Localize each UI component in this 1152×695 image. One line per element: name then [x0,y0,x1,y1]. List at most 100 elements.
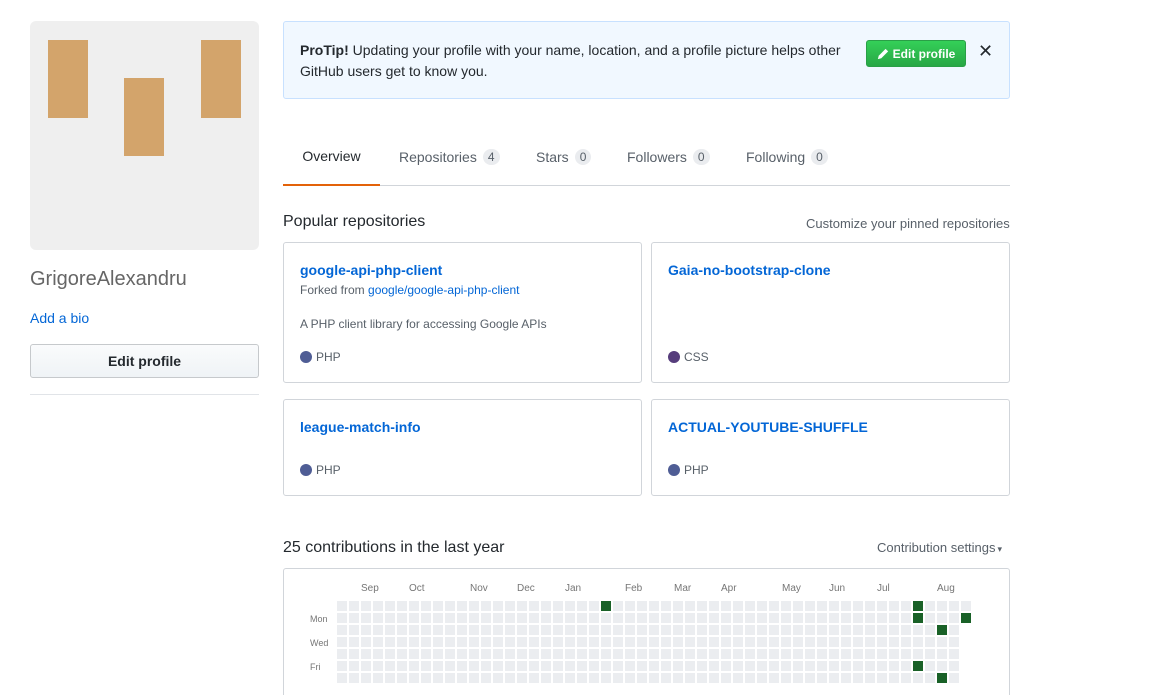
contribution-day-cell[interactable] [853,673,863,683]
contribution-day-cell[interactable] [961,601,971,611]
contribution-day-cell[interactable] [433,625,443,635]
contribution-day-cell[interactable] [337,649,347,659]
edit-profile-button[interactable]: Edit profile [30,344,259,378]
contribution-day-cell[interactable] [709,649,719,659]
contribution-day-cell[interactable] [625,625,635,635]
contribution-day-cell[interactable] [721,625,731,635]
contribution-day-cell[interactable] [601,673,611,683]
contribution-day-cell[interactable] [769,625,779,635]
contribution-day-cell[interactable] [457,649,467,659]
contribution-day-cell[interactable] [409,601,419,611]
contribution-day-cell[interactable] [601,601,611,611]
contribution-day-cell[interactable] [889,637,899,647]
contribution-day-cell[interactable] [505,661,515,671]
contribution-day-cell[interactable] [733,637,743,647]
contribution-day-cell[interactable] [757,661,767,671]
contribution-day-cell[interactable] [745,601,755,611]
contribution-day-cell[interactable] [421,649,431,659]
contribution-day-cell[interactable] [781,649,791,659]
contribution-day-cell[interactable] [877,637,887,647]
contribution-day-cell[interactable] [841,661,851,671]
contribution-day-cell[interactable] [457,625,467,635]
contribution-day-cell[interactable] [349,613,359,623]
contribution-day-cell[interactable] [685,601,695,611]
contribution-day-cell[interactable] [697,601,707,611]
contribution-day-cell[interactable] [577,601,587,611]
contribution-day-cell[interactable] [745,637,755,647]
contribution-day-cell[interactable] [445,637,455,647]
contribution-day-cell[interactable] [481,637,491,647]
contribution-day-cell[interactable] [445,649,455,659]
contribution-day-cell[interactable] [517,649,527,659]
contribution-day-cell[interactable] [661,613,671,623]
contribution-day-cell[interactable] [865,661,875,671]
contribution-day-cell[interactable] [385,673,395,683]
contribution-day-cell[interactable] [541,637,551,647]
contribution-day-cell[interactable] [493,625,503,635]
contribution-day-cell[interactable] [553,637,563,647]
contribution-day-cell[interactable] [577,673,587,683]
contribution-day-cell[interactable] [865,649,875,659]
contribution-day-cell[interactable] [445,613,455,623]
contribution-day-cell[interactable] [637,661,647,671]
contribution-day-cell[interactable] [457,661,467,671]
contribution-day-cell[interactable] [697,661,707,671]
contribution-day-cell[interactable] [625,649,635,659]
contribution-day-cell[interactable] [793,637,803,647]
contribution-day-cell[interactable] [361,673,371,683]
contribution-day-cell[interactable] [529,637,539,647]
contribution-day-cell[interactable] [745,673,755,683]
contribution-day-cell[interactable] [889,661,899,671]
contribution-day-cell[interactable] [505,613,515,623]
contribution-day-cell[interactable] [337,613,347,623]
contribution-day-cell[interactable] [805,613,815,623]
contribution-day-cell[interactable] [781,601,791,611]
contribution-day-cell[interactable] [457,637,467,647]
contribution-day-cell[interactable] [469,601,479,611]
contribution-day-cell[interactable] [433,661,443,671]
contribution-day-cell[interactable] [349,625,359,635]
contribution-day-cell[interactable] [421,601,431,611]
contribution-day-cell[interactable] [901,613,911,623]
contribution-day-cell[interactable] [925,649,935,659]
contribution-day-cell[interactable] [577,661,587,671]
contribution-day-cell[interactable] [409,649,419,659]
contribution-day-cell[interactable] [577,613,587,623]
contribution-day-cell[interactable] [601,649,611,659]
contribution-day-cell[interactable] [493,637,503,647]
contribution-day-cell[interactable] [397,637,407,647]
contribution-day-cell[interactable] [493,613,503,623]
contribution-day-cell[interactable] [337,673,347,683]
contribution-day-cell[interactable] [397,649,407,659]
contribution-day-cell[interactable] [889,625,899,635]
contribution-day-cell[interactable] [949,613,959,623]
contribution-day-cell[interactable] [733,613,743,623]
contribution-day-cell[interactable] [613,613,623,623]
contribution-day-cell[interactable] [529,649,539,659]
contribution-day-cell[interactable] [625,601,635,611]
contribution-day-cell[interactable] [697,625,707,635]
contribution-day-cell[interactable] [337,637,347,647]
contribution-day-cell[interactable] [469,661,479,671]
contribution-day-cell[interactable] [625,613,635,623]
contribution-day-cell[interactable] [841,625,851,635]
contribution-day-cell[interactable] [505,637,515,647]
contribution-day-cell[interactable] [469,673,479,683]
contribution-day-cell[interactable] [865,625,875,635]
contribution-day-cell[interactable] [577,637,587,647]
contribution-day-cell[interactable] [793,601,803,611]
contribution-day-cell[interactable] [733,649,743,659]
contribution-day-cell[interactable] [733,661,743,671]
contribution-day-cell[interactable] [685,661,695,671]
contribution-day-cell[interactable] [649,637,659,647]
contribution-day-cell[interactable] [889,613,899,623]
contribution-day-cell[interactable] [901,625,911,635]
contribution-day-cell[interactable] [541,661,551,671]
contribution-day-cell[interactable] [769,637,779,647]
contribution-day-cell[interactable] [817,649,827,659]
contribution-day-cell[interactable] [673,661,683,671]
contribution-day-cell[interactable] [613,601,623,611]
contribution-day-cell[interactable] [469,649,479,659]
contribution-day-cell[interactable] [805,601,815,611]
contribution-day-cell[interactable] [889,649,899,659]
